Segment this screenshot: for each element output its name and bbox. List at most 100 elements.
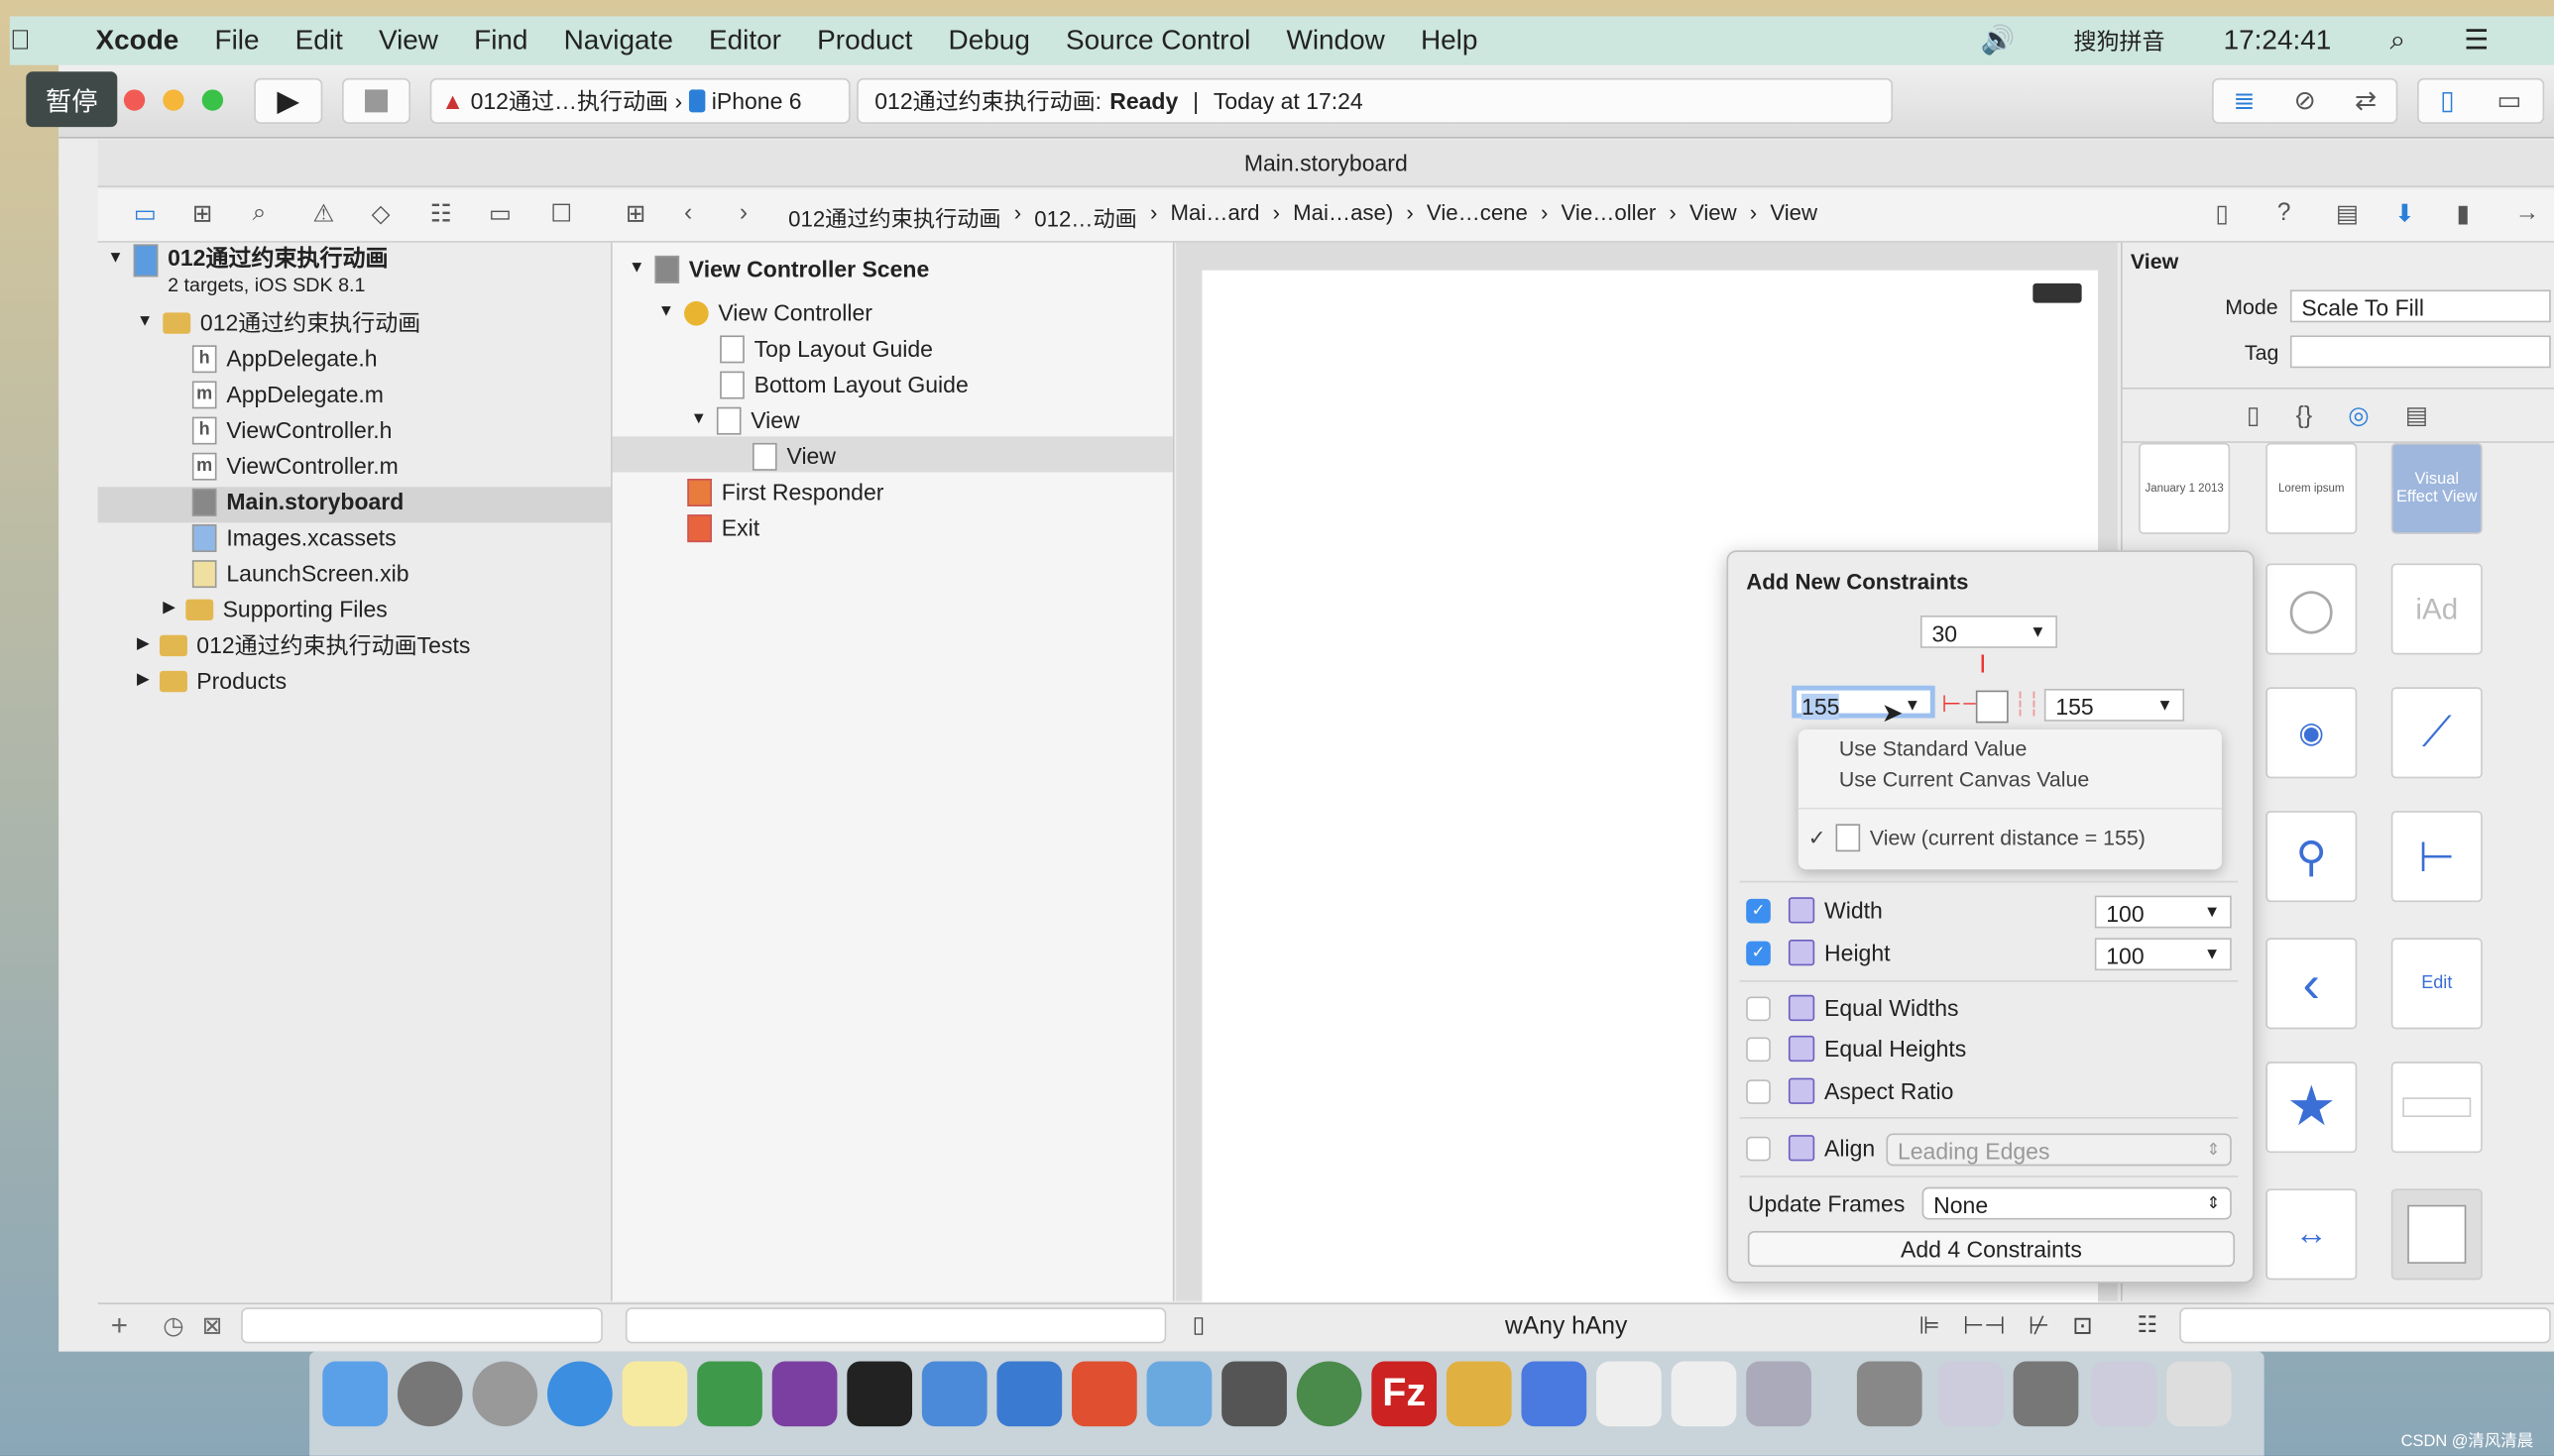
media-library-icon[interactable]: ▤	[2405, 400, 2428, 430]
resolve-issues-icon[interactable]: ⊬	[2029, 1311, 2049, 1340]
version-editor-icon[interactable]: ⇄	[2355, 84, 2377, 117]
nav-item-appdelegate-m[interactable]: m AppDelegate.m	[191, 377, 384, 412]
library-iad[interactable]: iAd	[2390, 563, 2483, 655]
minimized-window-icon[interactable]	[1938, 1361, 2004, 1427]
test-navigator-icon[interactable]: ◇	[372, 198, 391, 228]
library-flexible-space[interactable]: ↔	[2265, 1188, 2358, 1281]
align-icon[interactable]: ⊫	[1918, 1311, 1939, 1340]
mode-select[interactable]: Scale To Fill	[2289, 289, 2551, 323]
back-icon[interactable]: ‹	[684, 198, 692, 226]
stop-button[interactable]	[342, 77, 411, 124]
dropdown-arrow-icon[interactable]: ▼	[2204, 940, 2220, 972]
project-navigator-icon[interactable]: ▭	[134, 198, 157, 228]
jumpbar-item[interactable]: Vie…oller	[1562, 200, 1657, 233]
library-visual-effect-view[interactable]: Visual Effect View	[2390, 442, 2483, 534]
size-inspector-icon[interactable]: ▮	[2456, 198, 2470, 228]
align-checkbox[interactable]	[1746, 1136, 1771, 1162]
menu-item-canvas-value[interactable]: Use Current Canvas Value	[1839, 767, 2089, 792]
nav-item-launchscreen[interactable]: LaunchScreen.xib	[191, 555, 408, 591]
screenshot-icon[interactable]	[1146, 1361, 1213, 1427]
notes-icon[interactable]	[622, 1361, 688, 1427]
source-control-filter-icon[interactable]: ⊠	[202, 1311, 223, 1340]
library-navigation-item[interactable]: ‹	[2265, 938, 2358, 1030]
menu-item-standard-value[interactable]: Use Standard Value	[1839, 736, 2028, 761]
dropdown-arrow-icon[interactable]: ▼	[1905, 691, 1920, 724]
library-pan-gesture[interactable]: ⊢	[2390, 811, 2483, 903]
assistant-editor-icon[interactable]: ⊘	[2294, 84, 2316, 117]
toggle-outline-icon[interactable]: ▯	[1193, 1311, 1206, 1339]
menu-view[interactable]: View	[379, 25, 438, 57]
issue-navigator-icon[interactable]: ⚠	[312, 198, 334, 228]
system-preferences-icon[interactable]	[397, 1361, 463, 1427]
disclosure-icon[interactable]: ▼	[137, 304, 153, 340]
height-checkbox[interactable]: ✓	[1746, 941, 1771, 966]
notification-center-icon[interactable]: ☰	[2464, 25, 2489, 57]
finder-icon[interactable]	[322, 1361, 389, 1427]
nav-item-main-storyboard[interactable]: Main.storyboard	[191, 484, 404, 519]
navigator-filter-input[interactable]	[241, 1307, 603, 1344]
menu-find[interactable]: Find	[474, 25, 527, 57]
add-icon[interactable]: +	[111, 1309, 128, 1344]
editor-mode-control[interactable]: ≣ ⊘ ⇄	[2212, 77, 2398, 124]
jumpbar-item[interactable]: 012…动画	[1034, 200, 1137, 233]
outline-scene[interactable]: ▼ View Controller Scene	[629, 251, 929, 286]
library-stepper[interactable]: ◉	[2265, 687, 2358, 779]
outline-view-controller[interactable]: ▼ View Controller	[658, 294, 872, 330]
scheme-selector[interactable]: ▲ 012通过…执行动画 › iPhone 6	[429, 77, 851, 124]
nav-item-images[interactable]: Images.xcassets	[191, 519, 397, 555]
jumpbar-item[interactable]: Mai…ase)	[1293, 200, 1393, 233]
menu-product[interactable]: Product	[817, 25, 912, 57]
menu-item-view-distance[interactable]: ✓ View (current distance = 155)	[1808, 824, 2146, 852]
menu-source-control[interactable]: Source Control	[1066, 25, 1250, 57]
outline-view[interactable]: ▼ View	[691, 402, 800, 438]
attributes-inspector-icon[interactable]: ⬇	[2394, 198, 2415, 228]
pin-icon[interactable]: ⊢⊣	[1963, 1311, 2006, 1340]
disclosure-icon[interactable]: ▶	[163, 591, 175, 626]
apple-icon[interactable]: 	[10, 25, 31, 57]
breakpoint-navigator-icon[interactable]: ▭	[489, 198, 512, 228]
top-spacing-field[interactable]: 30 ▼	[1919, 616, 2057, 648]
find-navigator-icon[interactable]: ⌕	[253, 198, 267, 226]
library-tap-gesture[interactable]: ⚲	[2265, 811, 2358, 903]
minimized-window-icon[interactable]	[2091, 1361, 2157, 1427]
outline-first-responder[interactable]: First Responder	[687, 474, 883, 509]
grid-list-toggle-icon[interactable]: ☷	[2137, 1311, 2157, 1339]
safari-icon[interactable]	[547, 1361, 613, 1427]
symbol-navigator-icon[interactable]: ⊞	[192, 198, 213, 228]
launchpad-icon[interactable]	[472, 1361, 538, 1427]
library-search-bar[interactable]	[2390, 1062, 2483, 1154]
library-view[interactable]	[2390, 1188, 2483, 1281]
terminal-icon[interactable]	[847, 1361, 913, 1427]
resizing-icon[interactable]: ⊡	[2072, 1311, 2093, 1340]
disclosure-icon[interactable]: ▼	[107, 244, 123, 274]
nav-item-products[interactable]: ▶ Products	[137, 663, 287, 699]
jumpbar-item[interactable]: View	[1770, 200, 1817, 233]
outline-filter-input[interactable]	[625, 1307, 1167, 1344]
onenote-icon[interactable]	[771, 1361, 838, 1427]
trash-icon[interactable]	[2166, 1361, 2232, 1427]
library-date-picker[interactable]: January 1 2013	[2139, 442, 2231, 534]
tag-field[interactable]	[2289, 335, 2551, 369]
jumpbar-item[interactable]: Vie…cene	[1427, 200, 1528, 233]
aspect-ratio-checkbox[interactable]	[1746, 1079, 1771, 1104]
clock[interactable]: 17:24:41	[2224, 25, 2332, 57]
library-slider[interactable]: ⟋	[2390, 687, 2483, 779]
recent-files-icon[interactable]: ◷	[163, 1311, 184, 1340]
outline-bottom-layout-guide[interactable]: Bottom Layout Guide	[720, 367, 969, 402]
menu-xcode[interactable]: Xcode	[96, 25, 179, 57]
library-text-view[interactable]: Lorem ipsum	[2265, 442, 2358, 534]
nav-item-appdelegate-h[interactable]: h AppDelegate.h	[191, 340, 378, 376]
disclosure-icon[interactable]: ▼	[658, 294, 674, 330]
nav-item-tests[interactable]: ▶ 012通过约束执行动画Tests	[137, 627, 470, 663]
nav-item-viewcontroller-m[interactable]: m ViewController.m	[191, 448, 399, 484]
nav-item-supporting-files[interactable]: ▶ Supporting Files	[163, 591, 388, 626]
object-library-icon[interactable]: ◎	[2348, 400, 2370, 430]
width-checkbox[interactable]: ✓	[1746, 898, 1771, 924]
dropdown-arrow-icon[interactable]: ▼	[2156, 691, 2172, 724]
equal-widths-checkbox[interactable]	[1746, 996, 1771, 1022]
pause-overlay[interactable]: 暂停	[26, 71, 118, 128]
library-tab-bar-item[interactable]: ★	[2265, 1062, 2358, 1154]
volume-icon[interactable]: 🔊	[1981, 25, 2016, 57]
view-toggle-control[interactable]: ▯ ▭	[2417, 77, 2545, 124]
xcode-icon[interactable]	[921, 1361, 987, 1427]
